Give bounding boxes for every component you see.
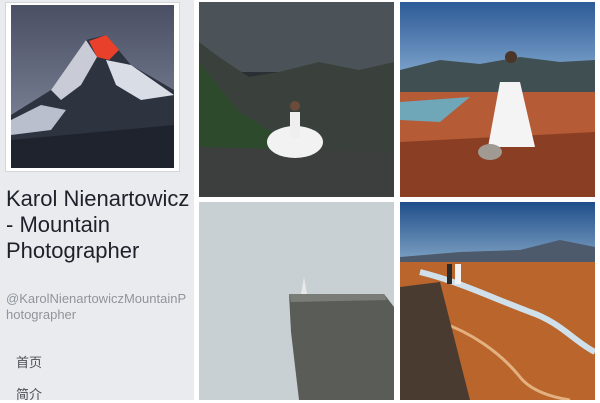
bride-on-cliff-photo	[199, 2, 394, 197]
photo-tile[interactable]	[400, 2, 595, 197]
photo-tile[interactable]	[199, 2, 394, 197]
photo-tile[interactable]	[199, 202, 394, 400]
nav-item-home[interactable]: 首页	[16, 352, 42, 371]
page-title: Karol Nienartowicz - Mountain Photograph…	[6, 186, 190, 263]
figure-on-ledge-photo	[199, 202, 394, 400]
couple-on-ridge-photo	[400, 202, 595, 400]
nav-item-about[interactable]: 简介	[16, 384, 42, 403]
mountain-peak-photo	[11, 5, 174, 168]
page-username[interactable]: @KarolNienartowiczMountainPhotographer	[6, 291, 192, 323]
bride-with-dog-photo	[400, 2, 595, 197]
profile-picture[interactable]	[5, 2, 180, 172]
page-sidebar: Karol Nienartowicz - Mountain Photograph…	[0, 0, 194, 403]
photo-tile[interactable]	[400, 202, 595, 400]
